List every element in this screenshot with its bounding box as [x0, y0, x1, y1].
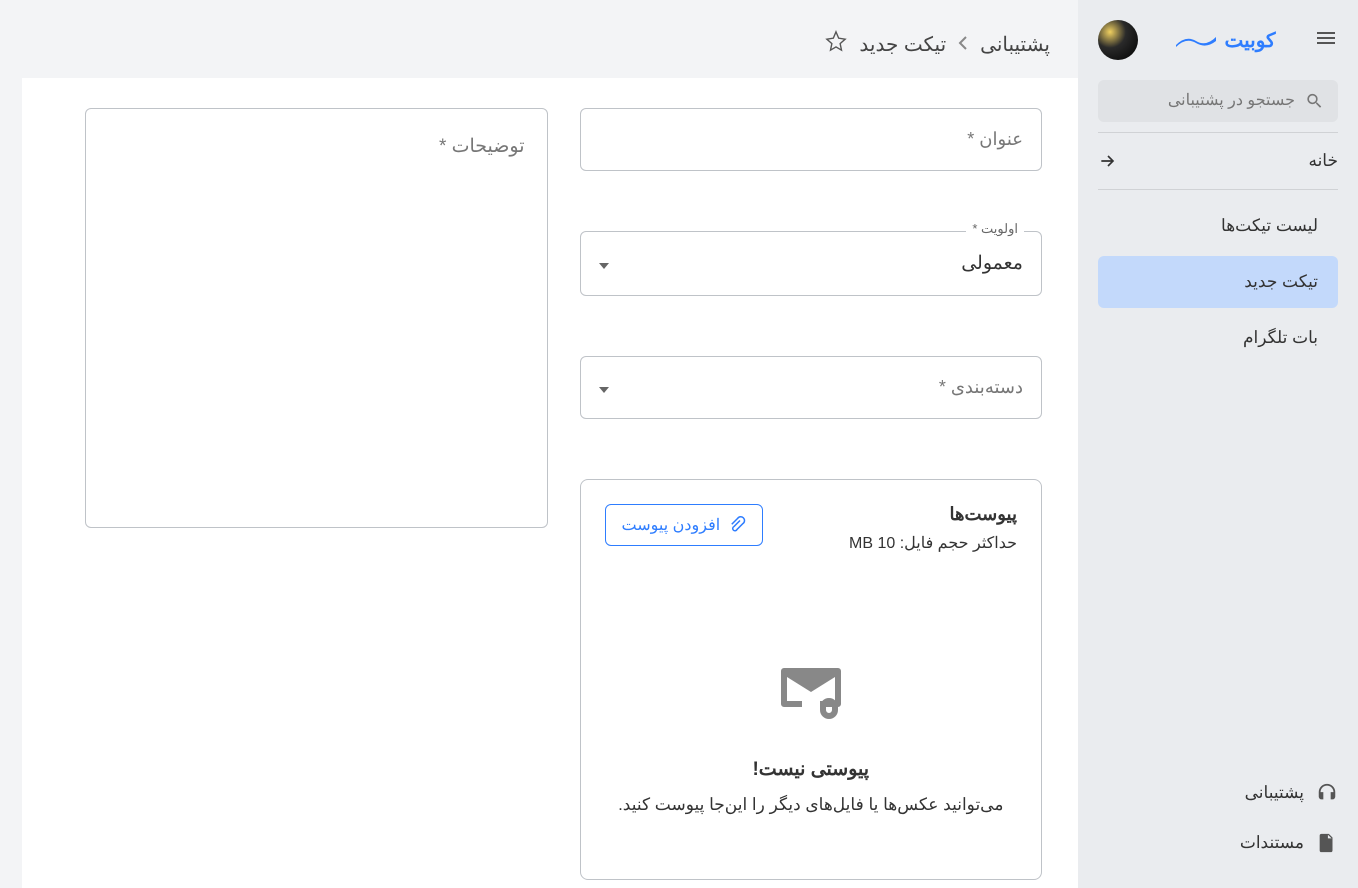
- main: پشتیبانی تیکت جدید عنوان * اولویت *: [0, 0, 1078, 888]
- footer-support-label: پشتیبانی: [1245, 783, 1304, 803]
- sidebar-header: کوبیت: [1078, 20, 1358, 80]
- add-attachment-button[interactable]: افزودن پیوست: [605, 504, 764, 546]
- mail-attach-icon: [775, 653, 847, 725]
- chevron-down-icon: [599, 254, 609, 274]
- form-content: عنوان * اولویت * معمولی دسته‌بندی *: [22, 78, 1078, 888]
- nav-item-new-ticket[interactable]: تیکت جدید: [1098, 256, 1338, 308]
- nav-home-label: خانه: [1308, 151, 1338, 171]
- priority-value: معمولی: [961, 252, 1023, 275]
- form-right-column: عنوان * اولویت * معمولی دسته‌بندی *: [580, 108, 1042, 880]
- breadcrumb: پشتیبانی تیکت جدید: [0, 0, 1078, 78]
- priority-label: اولویت *: [966, 221, 1024, 237]
- add-attachment-label: افزودن پیوست: [622, 515, 721, 535]
- sidebar: کوبیت خانه لیست تیکت‌ها تیکت جدید بات تل…: [1078, 0, 1358, 888]
- menu-icon[interactable]: [1314, 26, 1338, 55]
- brand-logo-icon: [1176, 33, 1216, 47]
- brand[interactable]: کوبیت: [1176, 28, 1275, 53]
- search-box[interactable]: [1098, 80, 1338, 122]
- breadcrumb-root[interactable]: پشتیبانی: [980, 32, 1050, 57]
- chevron-down-icon: [599, 378, 609, 398]
- title-field[interactable]: عنوان *: [580, 108, 1042, 171]
- nav-item-telegram-bot[interactable]: بات تلگرام: [1098, 312, 1338, 364]
- footer-docs[interactable]: مستندات: [1098, 818, 1338, 868]
- nav-list: لیست تیکت‌ها تیکت جدید بات تلگرام: [1078, 190, 1358, 378]
- breadcrumb-current: تیکت جدید: [859, 32, 946, 57]
- sidebar-footer: پشتیبانی مستندات: [1078, 768, 1358, 868]
- avatar[interactable]: [1098, 20, 1138, 60]
- footer-docs-label: مستندات: [1240, 833, 1304, 853]
- description-label: توضیحات *: [439, 136, 525, 157]
- priority-field[interactable]: اولویت * معمولی: [580, 231, 1042, 296]
- arrow-left-icon: [1098, 151, 1118, 171]
- nav-home[interactable]: خانه: [1078, 133, 1358, 189]
- title-label: عنوان *: [967, 129, 1023, 150]
- headset-icon: [1316, 782, 1338, 804]
- chevron-left-icon: [958, 33, 968, 56]
- attachments-max-size: حداکثر حجم فایل: 10 MB: [849, 533, 1017, 553]
- category-label: دسته‌بندی *: [939, 377, 1023, 398]
- paperclip-icon: [728, 516, 746, 534]
- attachments-header: پیوست‌ها حداکثر حجم فایل: 10 MB افزودن پ…: [605, 504, 1017, 553]
- attachments-empty[interactable]: پیوستی نیست! می‌توانید عکس‌ها یا فایل‌ها…: [605, 553, 1017, 855]
- nav-item-tickets[interactable]: لیست تیکت‌ها: [1098, 200, 1338, 252]
- search-icon: [1305, 90, 1324, 112]
- attachments-empty-sub: می‌توانید عکس‌ها یا فایل‌های دیگر را این…: [605, 795, 1017, 815]
- description-field[interactable]: توضیحات *: [85, 108, 547, 528]
- attachments-box: پیوست‌ها حداکثر حجم فایل: 10 MB افزودن پ…: [580, 479, 1042, 880]
- document-icon: [1316, 832, 1338, 854]
- attachments-empty-title: پیوستی نیست!: [605, 758, 1017, 781]
- category-field[interactable]: دسته‌بندی *: [580, 356, 1042, 419]
- star-icon[interactable]: [825, 30, 847, 58]
- footer-support[interactable]: پشتیبانی: [1098, 768, 1338, 818]
- search-input[interactable]: [1112, 92, 1295, 110]
- attachments-title: پیوست‌ها: [849, 504, 1017, 525]
- brand-text: کوبیت: [1224, 28, 1275, 53]
- form-left-column: توضیحات *: [85, 108, 547, 880]
